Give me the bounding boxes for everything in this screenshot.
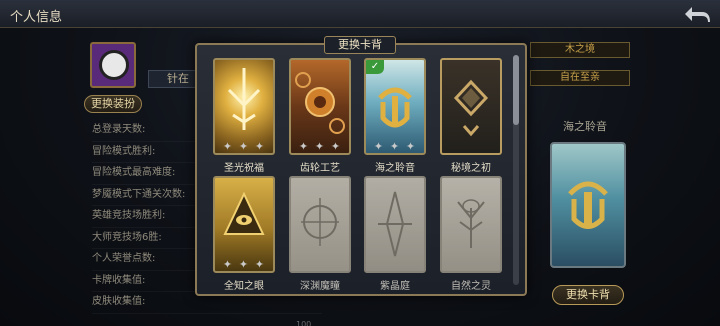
card-back-item[interactable]: 秘境之初 bbox=[440, 58, 502, 174]
avatar[interactable] bbox=[90, 42, 136, 88]
card-back-art: ✓ ✦ ✦ ✦ bbox=[364, 58, 426, 155]
star-rating: ✦ ✦ ✦ bbox=[372, 140, 417, 153]
modal-title: 更换卡背 bbox=[324, 36, 396, 54]
star-icon: ✦ bbox=[298, 140, 309, 153]
card-back-name: 深渊魔瞳 bbox=[300, 281, 340, 292]
checkmark-icon: ✓ bbox=[366, 60, 384, 74]
current-card-back-name: 海之聆音 bbox=[563, 120, 607, 133]
star-icon: ✦ bbox=[222, 258, 233, 271]
card-back-name: 全知之眼 bbox=[224, 281, 264, 292]
card-back-item-locked[interactable]: 自然之灵 bbox=[440, 176, 502, 292]
card-back-name: 圣光祝福 bbox=[224, 163, 264, 174]
card-back-art: ✦ ✦ ✦ bbox=[289, 58, 351, 155]
page-title: 个人信息 bbox=[10, 10, 63, 25]
card-back-item-selected[interactable]: ✓ ✦ ✦ ✦ 海之聆音 bbox=[364, 58, 426, 174]
card-back-name: 紫晶庭 bbox=[380, 281, 410, 292]
card-back-name: 海之聆音 bbox=[375, 163, 415, 174]
title-tag-secondary: 自在至亲 bbox=[530, 70, 630, 86]
title-tag: 木之境 bbox=[530, 42, 630, 58]
star-icon: ✦ bbox=[238, 258, 249, 271]
current-card-back-preview bbox=[550, 142, 626, 268]
panda-icon bbox=[99, 50, 129, 80]
card-back-item[interactable]: ✦ ✦ ✦ 全知之眼 bbox=[213, 176, 275, 292]
change-outfit-button[interactable]: 更换装扮 bbox=[84, 95, 142, 113]
star-icon: ✦ bbox=[222, 140, 233, 153]
star-icon: ✦ bbox=[254, 140, 265, 153]
card-back-item[interactable]: ✦ ✦ ✦ 圣光祝福 bbox=[213, 58, 275, 174]
card-back-art bbox=[440, 176, 502, 273]
star-icon: ✦ bbox=[238, 140, 249, 153]
scrollbar[interactable] bbox=[513, 55, 519, 285]
skin-collection-value: 100 bbox=[296, 320, 312, 326]
card-back-item-locked[interactable]: 紫晶庭 bbox=[364, 176, 426, 292]
top-bar: 个人信息 bbox=[0, 0, 720, 28]
star-rating: ✦ ✦ ✦ bbox=[221, 258, 266, 271]
card-back-item-locked[interactable]: 深渊魔瞳 bbox=[289, 176, 351, 292]
star-rating: ✦ ✦ ✦ bbox=[297, 140, 342, 153]
card-back-modal: 更换卡背 ✦ ✦ ✦ 圣光祝福 ✦ ✦ ✦ 齿轮工艺 ✓ ✦ ✦ ✦ 海之聆音 … bbox=[195, 36, 527, 296]
back-arrow-icon[interactable] bbox=[682, 4, 712, 24]
card-back-name: 秘境之初 bbox=[451, 163, 491, 174]
card-back-name: 自然之灵 bbox=[451, 281, 491, 292]
card-back-name: 齿轮工艺 bbox=[300, 163, 340, 174]
card-back-item[interactable]: ✦ ✦ ✦ 齿轮工艺 bbox=[289, 58, 351, 174]
card-back-art bbox=[364, 176, 426, 273]
star-icon: ✦ bbox=[314, 140, 325, 153]
card-back-art bbox=[289, 176, 351, 273]
card-back-art: ✦ ✦ ✦ bbox=[213, 58, 275, 155]
star-rating: ✦ ✦ ✦ bbox=[221, 140, 266, 153]
change-card-back-button[interactable]: 更换卡背 bbox=[552, 285, 624, 305]
star-icon: ✦ bbox=[330, 140, 341, 153]
card-back-art: ✦ ✦ ✦ bbox=[213, 176, 275, 273]
star-icon: ✦ bbox=[373, 140, 384, 153]
card-back-art bbox=[440, 58, 502, 155]
scroll-thumb[interactable] bbox=[513, 55, 519, 125]
star-icon: ✦ bbox=[254, 258, 265, 271]
star-icon: ✦ bbox=[389, 140, 400, 153]
star-icon: ✦ bbox=[405, 140, 416, 153]
